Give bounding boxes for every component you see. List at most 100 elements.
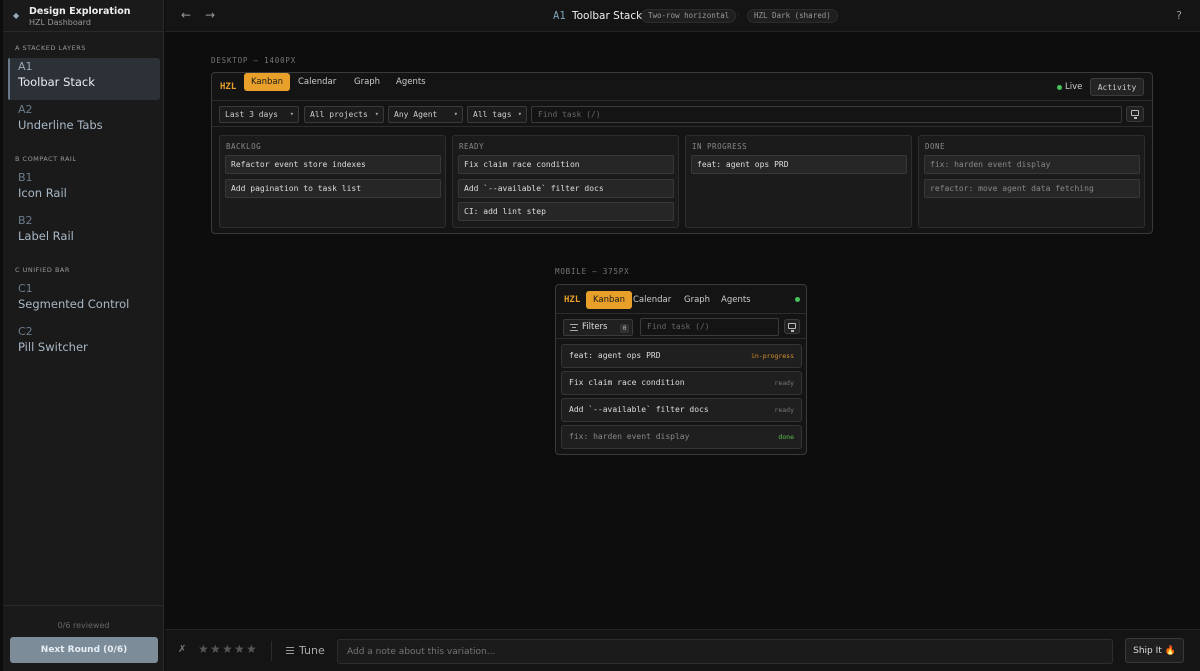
- find-task-input[interactable]: Find task (/): [640, 318, 779, 336]
- tags-select[interactable]: All tags ▾: [467, 106, 527, 123]
- select-value: Any Agent: [394, 110, 438, 119]
- star-icon[interactable]: ★: [246, 642, 257, 656]
- sidebar-item-code: B1: [18, 171, 33, 184]
- sidebar-item-label: Segmented Control: [18, 297, 130, 311]
- task-status: ready: [774, 379, 794, 387]
- sidebar-item-b1[interactable]: B1 Icon Rail: [8, 169, 160, 211]
- sidebar-item-label: Icon Rail: [18, 186, 67, 200]
- project-select[interactable]: All projects ▾: [304, 106, 384, 123]
- tab-calendar[interactable]: Calendar: [291, 73, 343, 91]
- back-arrow-icon[interactable]: ←: [181, 8, 191, 22]
- column-title: READY: [459, 142, 485, 151]
- display-toggle-button[interactable]: [784, 319, 800, 334]
- desktop-frame-label: DESKTOP — 1400PX: [211, 56, 297, 65]
- sidebar-item-b2[interactable]: B2 Label Rail: [8, 212, 160, 254]
- task-card[interactable]: Add pagination to task list: [225, 179, 441, 198]
- note-input[interactable]: [337, 639, 1113, 664]
- task-card[interactable]: refactor: move agent data fetching: [924, 179, 1140, 198]
- star-icon[interactable]: ★: [210, 642, 221, 656]
- diamond-icon: ◆: [13, 11, 20, 20]
- sidebar-item-label: Pill Switcher: [18, 340, 88, 354]
- monitor-icon: [1131, 110, 1139, 119]
- live-status-dot: [795, 297, 800, 302]
- chevron-down-icon: ▾: [289, 110, 294, 118]
- task-card[interactable]: CI: add lint step: [458, 202, 674, 221]
- sidebar-item-label: Toolbar Stack: [18, 75, 95, 89]
- star-icon[interactable]: ★: [198, 642, 209, 656]
- sidebar-item-code: A2: [18, 103, 33, 116]
- task-status: ready: [774, 406, 794, 414]
- tab-graph[interactable]: Graph: [347, 73, 387, 91]
- task-card[interactable]: Add `--available` filter docs: [458, 179, 674, 198]
- filters-button[interactable]: Filters 0: [563, 319, 633, 336]
- sidebar-item-a2[interactable]: A2 Underline Tabs: [8, 101, 160, 143]
- task-status: done: [778, 433, 794, 441]
- bottom-bar: ✗ ★ ★ ★ ★ ★ Tune Ship It 🔥: [165, 629, 1200, 671]
- tab-agents[interactable]: Agents: [714, 291, 758, 309]
- theme-tag: HZL Dark (shared): [747, 9, 838, 23]
- forward-arrow-icon[interactable]: →: [205, 8, 215, 22]
- desktop-nav-row: HZL Kanban Calendar Graph Agents Live Ac…: [212, 73, 1152, 101]
- column-title: BACKLOG: [226, 142, 262, 151]
- column-ready: READY Fix claim race condition Add `--av…: [452, 135, 679, 228]
- help-icon[interactable]: ?: [1176, 9, 1182, 22]
- filters-count-badge: 0: [620, 324, 629, 333]
- sidebar-divider: [3, 605, 164, 606]
- select-value: All tags: [473, 110, 512, 119]
- task-row[interactable]: fix: harden event display done: [561, 425, 802, 449]
- app-title: Design Exploration: [29, 6, 131, 17]
- tune-icon: [286, 647, 294, 654]
- sidebar-item-c1[interactable]: C1 Segmented Control: [8, 280, 160, 322]
- task-card[interactable]: feat: agent ops PRD: [691, 155, 907, 174]
- live-label: Live: [1065, 82, 1083, 92]
- tab-graph[interactable]: Graph: [677, 291, 717, 309]
- section-label-c: C UNIFIED BAR: [15, 266, 70, 274]
- mobile-frame-label: MOBILE — 375PX: [555, 267, 630, 276]
- desktop-preview: HZL Kanban Calendar Graph Agents Live Ac…: [211, 72, 1153, 234]
- select-value: Last 3 days: [225, 110, 278, 119]
- flame-icon: 🔥: [1164, 645, 1176, 656]
- sidebar-item-c2[interactable]: C2 Pill Switcher: [8, 323, 160, 365]
- display-toggle-button[interactable]: [1126, 106, 1144, 122]
- task-row[interactable]: Add `--available` filter docs ready: [561, 398, 802, 422]
- reject-icon[interactable]: ✗: [178, 644, 186, 655]
- app-subtitle: HZL Dashboard: [29, 18, 91, 27]
- tag-separator: ·: [737, 11, 740, 19]
- agent-select[interactable]: Any Agent ▾: [388, 106, 463, 123]
- filter-icon: [570, 324, 578, 331]
- section-label-b: B COMPACT RAIL: [15, 155, 77, 163]
- task-card[interactable]: Fix claim race condition: [458, 155, 674, 174]
- mobile-preview: HZL Kanban Calendar Graph Agents Filters…: [555, 284, 807, 455]
- sidebar-item-code: C2: [18, 325, 33, 338]
- task-card[interactable]: fix: harden event display: [924, 155, 1140, 174]
- task-title: fix: harden event display: [569, 432, 690, 441]
- next-round-button[interactable]: Next Round (0/6): [10, 637, 158, 663]
- ship-it-button[interactable]: Ship It 🔥: [1125, 638, 1184, 663]
- ship-it-label: Ship It: [1133, 645, 1162, 656]
- reviewed-count: 0/6 reviewed: [57, 621, 110, 630]
- activity-button[interactable]: Activity: [1090, 78, 1144, 96]
- sidebar-item-label: Underline Tabs: [18, 118, 103, 132]
- select-value: All projects: [310, 110, 368, 119]
- date-range-select[interactable]: Last 3 days ▾: [219, 106, 299, 123]
- sidebar: ◆ Design Exploration HZL Dashboard A STA…: [3, 0, 164, 671]
- sidebar-item-code: B2: [18, 214, 33, 227]
- task-row[interactable]: feat: agent ops PRD in-progress: [561, 344, 802, 368]
- column-title: IN PROGRESS: [692, 142, 748, 151]
- tune-button[interactable]: Tune: [299, 644, 325, 657]
- sidebar-item-a1[interactable]: A1 Toolbar Stack: [8, 58, 160, 100]
- task-card[interactable]: Refactor event store indexes: [225, 155, 441, 174]
- star-icon[interactable]: ★: [222, 642, 233, 656]
- star-icon[interactable]: ★: [234, 642, 245, 656]
- mobile-nav-row: HZL Kanban Calendar Graph Agents: [556, 285, 806, 314]
- tab-calendar[interactable]: Calendar: [626, 291, 678, 309]
- chevron-down-icon: ▾: [517, 110, 522, 118]
- tab-kanban[interactable]: Kanban: [244, 73, 291, 91]
- find-task-input[interactable]: Find task (/): [531, 106, 1122, 123]
- task-title: Add `--available` filter docs: [569, 405, 709, 414]
- task-row[interactable]: Fix claim race condition ready: [561, 371, 802, 395]
- tab-agents[interactable]: Agents: [389, 73, 433, 91]
- sidebar-header: ◆ Design Exploration HZL Dashboard: [3, 0, 164, 32]
- hzl-logo: HZL: [564, 295, 581, 305]
- hzl-logo: HZL: [220, 82, 237, 92]
